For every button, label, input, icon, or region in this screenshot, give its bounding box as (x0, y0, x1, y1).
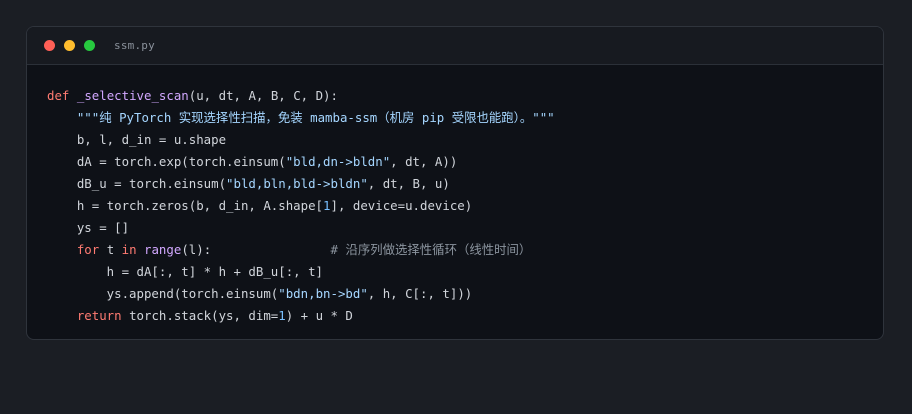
code-line: ys.append(torch.einsum("bdn,bn->bd", h, … (47, 286, 473, 301)
code-line: h = dA[:, t] * h + dB_u[:, t] (47, 264, 324, 279)
code-line: dA = torch.exp(torch.einsum("bld,dn->bld… (47, 154, 458, 169)
code-line: b, l, d_in = u.shape (47, 132, 227, 147)
code-line: """纯 PyTorch 实现选择性扫描，免装 mamba-ssm（机房 pip… (76, 110, 555, 125)
code-line: return torch.stack(ys, dim=1) + u * D (76, 308, 353, 323)
file-name: ssm.py (114, 39, 155, 52)
code-line: h = torch.zeros(b, d_in, A.shape[1], dev… (47, 198, 473, 213)
code-line: def _selective_scan(u, dt, A, B, C, D): (47, 88, 338, 103)
code-line: for t in range(l): # 沿序列做选择性循环（线性时间） (76, 242, 532, 257)
maximize-dot-icon[interactable] (84, 40, 95, 51)
minimize-dot-icon[interactable] (64, 40, 75, 51)
code-block[interactable]: def _selective_scan(u, dt, A, B, C, D): … (47, 85, 555, 327)
window-titlebar: ssm.py (27, 27, 883, 65)
close-dot-icon[interactable] (44, 40, 55, 51)
code-line: dB_u = torch.einsum("bld,bln,bld->bldn",… (47, 176, 450, 191)
code-line: ys = [] (47, 220, 130, 235)
code-window: ssm.py def _selective_scan(u, dt, A, B, … (26, 26, 884, 340)
